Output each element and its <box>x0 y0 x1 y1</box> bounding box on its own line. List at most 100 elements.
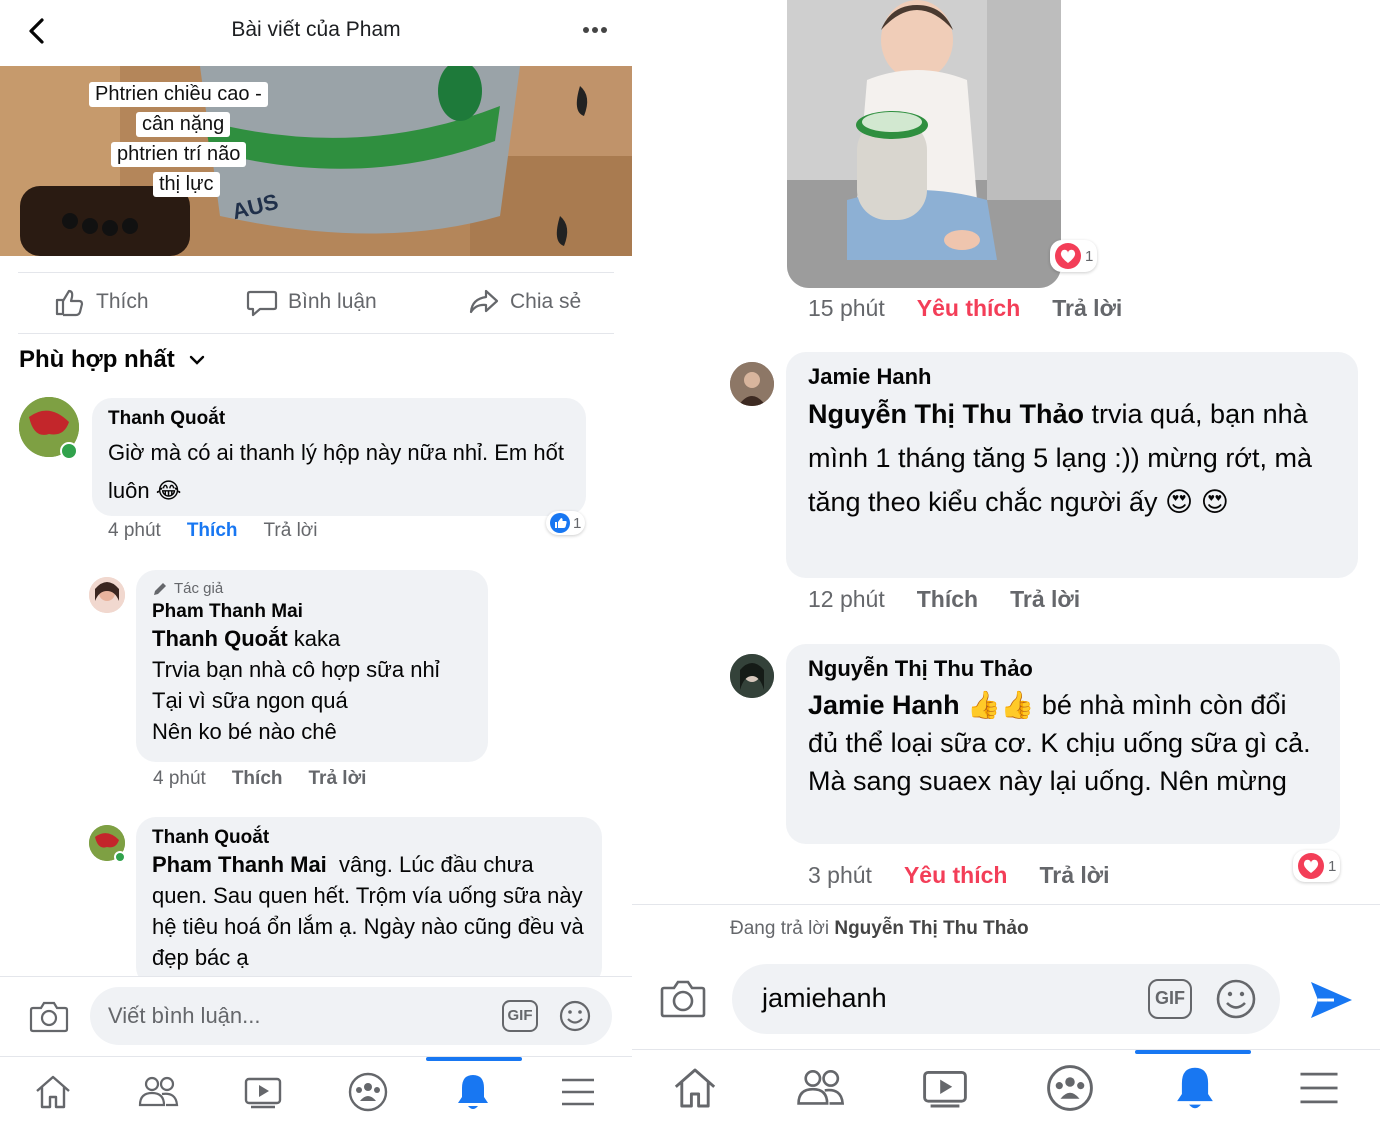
comment-bubble[interactable]: Nguyễn Thị Thu Thảo Jamie Hanh 👍👍 bé nhà… <box>786 644 1340 844</box>
comment-love-button[interactable]: Yêu thích <box>904 862 1008 889</box>
reaction-count: 1 <box>1085 247 1094 265</box>
mention-link[interactable]: Jamie Hanh <box>808 690 960 720</box>
baby-photo <box>787 0 1061 288</box>
reaction-summary[interactable]: 1 <box>1293 850 1341 882</box>
avatar-image <box>730 654 774 698</box>
share-button[interactable]: Chia sẻ <box>468 287 581 317</box>
image-label: Phtrien chiều cao - <box>89 82 268 107</box>
laughing-emoji: 😂 <box>155 478 182 503</box>
gif-button[interactable]: GIF <box>1148 979 1192 1019</box>
chevron-down-icon <box>189 355 204 365</box>
mention-link[interactable]: Thanh Quoắt <box>152 626 288 651</box>
nav-groups[interactable] <box>315 1057 420 1125</box>
page-title: Bài viết của Pham <box>231 18 401 41</box>
comment-love-button[interactable]: Yêu thích <box>917 295 1021 322</box>
bottom-navigation <box>0 1056 632 1125</box>
nav-notifications[interactable] <box>1132 1050 1257 1125</box>
menu-icon <box>561 1078 594 1105</box>
comment-reply-button[interactable]: Trả lời <box>1052 295 1122 322</box>
comment-time: 12 phút <box>808 586 885 612</box>
nav-watch[interactable] <box>210 1057 315 1125</box>
emoji-icon[interactable] <box>1214 977 1258 1021</box>
comment-bubble[interactable]: Thanh Quoắt Giờ mà có ai thanh lý hộp nà… <box>92 398 586 516</box>
share-label: Chia sẻ <box>510 290 582 313</box>
nav-menu[interactable] <box>1257 1050 1380 1125</box>
avatar-image <box>730 362 774 406</box>
nav-home[interactable] <box>632 1050 757 1125</box>
comment-text-line: Tại vì sữa ngon quá <box>152 688 348 713</box>
comment-author[interactable]: Nguyễn Thị Thu Thảo <box>808 656 1318 682</box>
like-button[interactable]: Thích <box>54 287 149 317</box>
reaction-summary[interactable]: 1 <box>1050 240 1098 272</box>
comment-reply-button[interactable]: Trả lời <box>1010 586 1080 613</box>
camera-icon[interactable] <box>29 999 69 1035</box>
nav-home[interactable] <box>0 1057 105 1125</box>
comment-bubble[interactable]: Tác giả Pham Thanh Mai Thanh Quoắt kaka … <box>136 570 488 762</box>
avatar[interactable] <box>730 362 774 406</box>
thumbs-up-icon <box>55 289 84 317</box>
avatar[interactable] <box>730 654 774 698</box>
avatar[interactable] <box>89 577 125 613</box>
share-icon <box>469 289 499 314</box>
author-badge: Tác giả <box>152 580 472 597</box>
comment-author[interactable]: Thanh Quoắt <box>108 408 570 430</box>
heart-eyes-emoji: 😍 <box>1200 487 1229 517</box>
emoji-icon[interactable] <box>558 999 592 1033</box>
comment-like-button[interactable]: Thích <box>917 586 978 613</box>
comment-reply-button[interactable]: Trả lời <box>309 768 367 790</box>
gif-button[interactable]: GIF <box>502 1000 538 1032</box>
comment-text-line: Nên ko bé nào chê <box>152 719 337 744</box>
nav-friends[interactable] <box>757 1050 882 1125</box>
nav-friends[interactable] <box>105 1057 210 1125</box>
reaction-count: 1 <box>573 514 582 532</box>
online-status-indicator <box>114 851 126 863</box>
nav-menu[interactable] <box>525 1057 630 1125</box>
comment-bubble[interactable]: Jamie Hanh Nguyễn Thị Thu Thảo trvia quá… <box>786 352 1358 578</box>
replying-to-hint: Đang trả lời Nguyễn Thị Thu Thảo <box>730 918 1029 940</box>
post-header: Bài viết của Pham <box>0 0 632 66</box>
nav-groups[interactable] <box>1007 1050 1132 1125</box>
comment-like-button[interactable]: Thích <box>187 520 238 542</box>
comment-composer: jamiehanh GIF <box>632 946 1380 1046</box>
nav-notifications[interactable] <box>420 1057 525 1125</box>
comment-meta: 15 phút Yêu thích Trả lời <box>808 295 1122 322</box>
comment-text-line: Trvia bạn nhà cô hợp sữa nhỉ <box>152 657 440 682</box>
reaction-summary[interactable]: 1 <box>546 511 586 535</box>
mention-link[interactable]: Nguyễn Thị Thu Thảo <box>808 399 1084 429</box>
camera-icon[interactable] <box>659 978 707 1020</box>
send-icon[interactable] <box>1308 978 1354 1022</box>
comment-sort-dropdown[interactable]: Phù hợp nhất <box>19 346 205 374</box>
like-label: Thích <box>96 290 149 313</box>
mention-link[interactable]: Pham Thanh Mai <box>152 852 327 877</box>
comment-button[interactable]: Bình luận <box>246 287 377 317</box>
comment-input-placeholder: Viết bình luận... <box>108 1003 261 1028</box>
replying-to-name: Nguyễn Thị Thu Thảo <box>834 918 1029 939</box>
image-label: cân nặng <box>136 112 231 137</box>
post-action-bar: Thích Bình luận Chia sẻ <box>18 272 614 334</box>
watch-icon <box>244 1077 281 1108</box>
image-label: thị lực <box>153 172 220 197</box>
comment-like-button[interactable]: Thích <box>232 768 283 790</box>
comment-photo[interactable] <box>787 0 1061 288</box>
comment-bubble[interactable]: Thanh Quoắt Pham Thanh Mai vâng. Lúc đầu… <box>136 817 602 987</box>
comment-input-value: jamiehanh <box>762 983 887 1013</box>
friends-icon <box>796 1070 844 1105</box>
notifications-icon <box>1176 1067 1213 1109</box>
comment-author[interactable]: Thanh Quoắt <box>152 827 586 849</box>
post-image[interactable]: Phtrien chiều cao - cân nặng phtrien trí… <box>0 66 632 256</box>
comment-reply-button[interactable]: Trả lời <box>1039 862 1109 889</box>
more-button[interactable] <box>578 18 614 42</box>
comment-author[interactable]: Jamie Hanh <box>808 364 1336 390</box>
home-icon <box>35 1075 70 1108</box>
menu-icon <box>1299 1072 1338 1104</box>
comment-author[interactable]: Pham Thanh Mai <box>152 601 472 623</box>
comment-reply-button[interactable]: Trả lời <box>264 520 318 542</box>
comment-input[interactable]: jamiehanh GIF <box>732 964 1280 1034</box>
thumbs-up-emoji: 👍👍 <box>967 690 1035 720</box>
nav-watch[interactable] <box>882 1050 1007 1125</box>
comment-icon <box>246 290 278 317</box>
heart-eyes-emoji: 😍 <box>1165 487 1194 517</box>
right-screenshot: 1 15 phút Yêu thích Trả lời Jamie Hanh N… <box>632 0 1380 1125</box>
comment-input[interactable]: Viết bình luận... GIF <box>90 987 612 1045</box>
comment-meta: 4 phút Thích Trả lời <box>108 520 317 542</box>
